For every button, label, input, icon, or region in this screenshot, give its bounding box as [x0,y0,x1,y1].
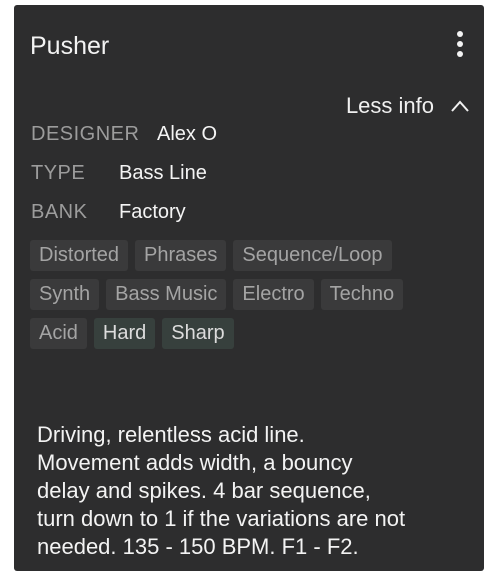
tag[interactable]: Synth [30,279,100,310]
tag[interactable]: Bass Music [106,279,227,310]
tag[interactable]: Acid [30,318,87,349]
bank-value: Factory [119,201,186,223]
preset-info-panel: Pusher Less info DESIGNER Alex O TYPE Ba… [14,5,484,571]
preset-title: Pusher [30,32,110,60]
type-value: Bass Line [119,162,207,184]
tag-row: Distorted Phrases Sequence/Loop [30,240,470,271]
tag-active[interactable]: Hard [93,318,156,349]
designer-row: DESIGNER Alex O [31,123,217,146]
bank-row: BANK Factory [31,201,186,224]
chevron-up-icon [451,100,469,112]
description-line: delay and spikes. 4 bar sequence, [37,478,371,503]
tag-active[interactable]: Sharp [162,318,234,349]
designer-value: Alex O [157,123,218,145]
type-label: TYPE [31,162,86,184]
tag[interactable]: Phrases [135,240,227,271]
designer-label: DESIGNER [31,123,140,145]
tag-list: Distorted Phrases Sequence/Loop Synth Ba… [30,240,470,357]
bank-label: BANK [31,201,88,223]
tag[interactable]: Sequence/Loop [233,240,392,271]
tag[interactable]: Distorted [30,240,129,271]
tag[interactable]: Electro [233,279,314,310]
description-line: needed. 135 - 150 BPM. F1 - F2. [37,534,359,559]
tag-row: Acid Hard Sharp [30,318,470,349]
more-vertical-icon[interactable] [454,31,468,61]
tag-row: Synth Bass Music Electro Techno [30,279,470,310]
less-info-toggle[interactable]: Less info [346,93,470,119]
description-line: Movement adds width, a bouncy [37,450,353,475]
type-row: TYPE Bass Line [31,162,207,185]
preset-description: Driving, relentless acid line. Movement … [37,421,477,561]
tag[interactable]: Techno [320,279,404,310]
description-line: turn down to 1 if the variations are not [37,506,406,531]
less-info-label: Less info [345,93,434,118]
description-line: Driving, relentless acid line. [37,422,305,447]
